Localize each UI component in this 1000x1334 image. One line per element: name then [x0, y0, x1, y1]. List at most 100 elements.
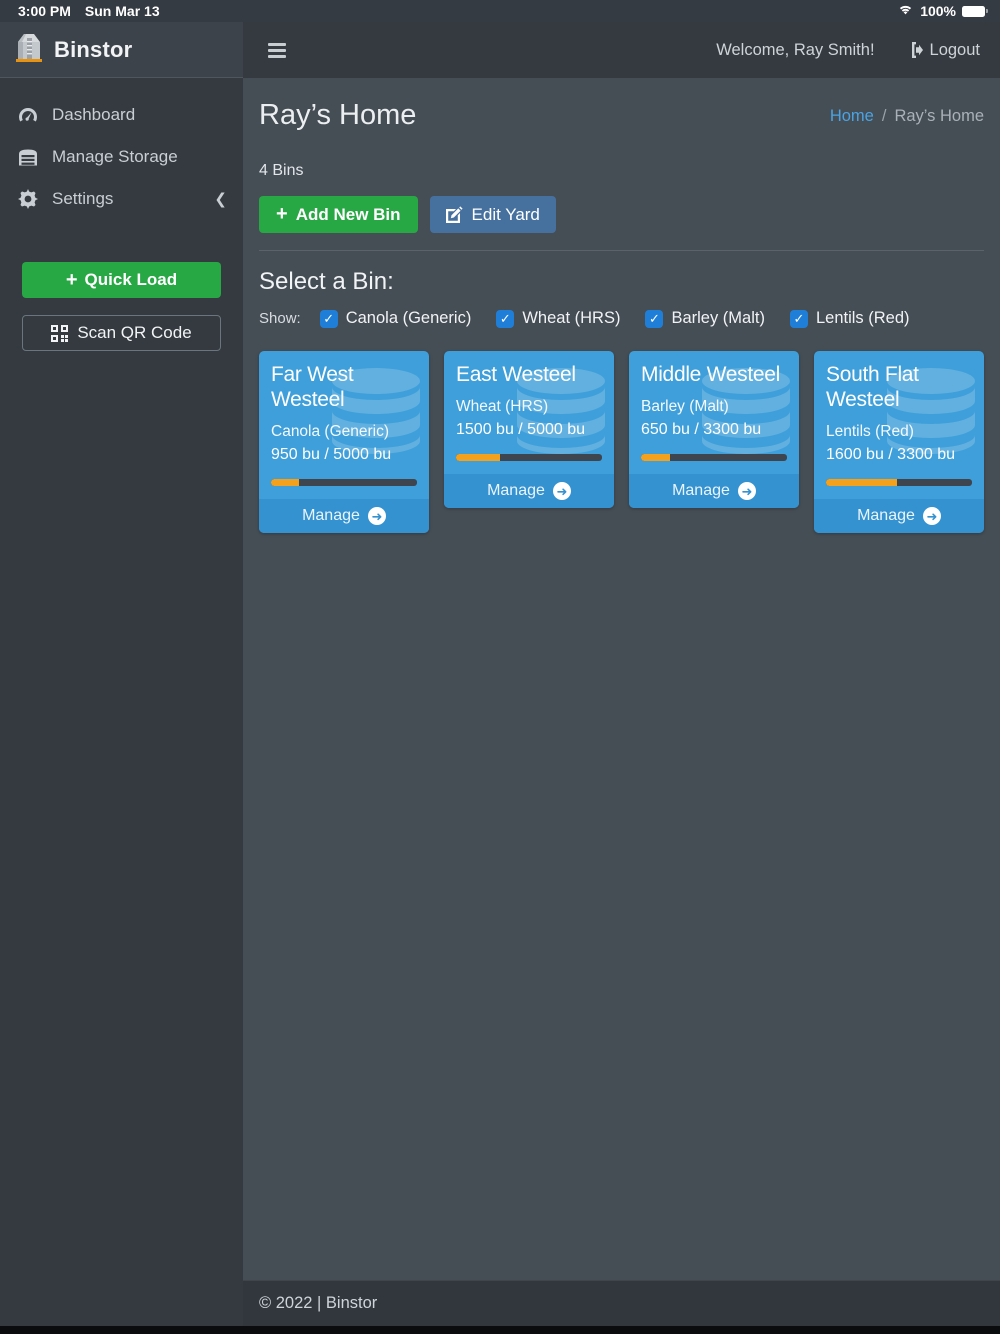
page-title: Ray’s Home	[259, 99, 417, 131]
quick-load-button[interactable]: + Quick Load	[22, 262, 221, 298]
bin-card: East Westeel Wheat (HRS) 1500 bu / 5000 …	[444, 351, 614, 509]
bin-progress-fill	[641, 454, 670, 462]
sidebar-item-manage-storage[interactable]: Manage Storage	[0, 136, 243, 178]
bin-fill-progressbar	[271, 479, 417, 487]
bin-quantity: 1500 bu / 5000 bu	[456, 421, 586, 439]
edit-pencil-icon	[445, 206, 463, 223]
commodity-filter[interactable]: ✓ Wheat (HRS)	[496, 309, 620, 328]
manage-bin-button[interactable]: Manage ➜	[629, 474, 799, 509]
sidebar-nav: Dashboard Manage Storage Settings ❮	[0, 94, 243, 220]
sidebar-item-dashboard[interactable]: Dashboard	[0, 94, 243, 136]
bin-card-grid: Far West Westeel Canola (Generic) 950 bu…	[259, 351, 984, 534]
binstor-logo-icon	[14, 30, 44, 69]
breadcrumb: Home / Ray’s Home	[830, 107, 984, 126]
brand-link[interactable]: Binstor	[0, 22, 243, 78]
arrow-circle-right-icon: ➜	[552, 482, 571, 501]
sidebar: Binstor Dashboard Manage Storage Setting…	[0, 22, 243, 1326]
sidebar-item-settings[interactable]: Settings ❮	[0, 178, 243, 220]
checkbox-checked-icon[interactable]: ✓	[496, 309, 515, 328]
bin-quantity: 650 bu / 3300 bu	[641, 421, 762, 439]
chevron-left-icon: ❮	[214, 191, 227, 208]
status-date: Sun Mar 13	[84, 3, 160, 19]
logout-label: Logout	[929, 40, 980, 59]
home-indicator-area	[0, 1326, 1000, 1334]
speedometer-icon	[16, 106, 40, 125]
bin-card: South Flat Westeel Lentils (Red) 1600 bu…	[814, 351, 984, 534]
bin-progress-fill	[826, 479, 897, 487]
filter-label[interactable]: Barley (Malt)	[671, 309, 765, 328]
bin-name: East Westeel	[456, 363, 576, 386]
page-footer: © 2022 | Binstor	[243, 1280, 1000, 1326]
edit-yard-label: Edit Yard	[471, 204, 540, 224]
bin-progress-fill	[456, 454, 500, 462]
manage-label: Manage	[487, 482, 545, 500]
qr-code-icon	[51, 324, 69, 342]
show-label: Show:	[259, 310, 301, 327]
ios-status-bar: 3:00 PM Sun Mar 13 100%	[0, 0, 1000, 22]
bin-fill-progressbar	[641, 454, 787, 462]
main-content: Ray’s Home Home / Ray’s Home 4 Bins + Ad…	[243, 78, 1000, 1280]
status-time: 3:00 PM	[18, 3, 71, 19]
checkbox-checked-icon[interactable]: ✓	[789, 309, 808, 328]
bin-count-text: 4 Bins	[259, 162, 304, 179]
manage-bin-button[interactable]: Manage ➜	[444, 474, 614, 509]
logout-button[interactable]: Logout	[905, 41, 980, 60]
bin-quantity: 1600 bu / 3300 bu	[826, 446, 956, 464]
wifi-icon	[897, 3, 914, 19]
breadcrumb-separator: /	[881, 107, 887, 125]
add-new-bin-label: Add New Bin	[295, 204, 401, 224]
bin-name: South Flat Westeel	[826, 363, 919, 412]
gear-icon	[16, 189, 40, 209]
sidebar-item-label: Dashboard	[52, 105, 136, 124]
bin-quantity: 950 bu / 5000 bu	[271, 446, 392, 464]
bin-commodity: Wheat (HRS)	[456, 398, 549, 416]
filter-label[interactable]: Wheat (HRS)	[522, 309, 620, 328]
bin-progress-fill	[271, 479, 299, 487]
bin-name: Middle Westeel	[641, 363, 780, 386]
welcome-text: Welcome, Ray Smith!	[716, 40, 875, 59]
top-header: Welcome, Ray Smith! Logout	[243, 22, 1000, 78]
commodity-filter[interactable]: ✓ Canola (Generic)	[319, 309, 472, 328]
bin-card: Middle Westeel Barley (Malt) 650 bu / 33…	[629, 351, 799, 509]
edit-yard-button[interactable]: Edit Yard	[429, 196, 556, 233]
filter-row: Show: ✓ Canola (Generic) ✓ Wheat (HRS) ✓…	[259, 309, 984, 328]
plus-icon: +	[65, 268, 78, 291]
bin-commodity: Lentils (Red)	[826, 423, 914, 441]
copyright-text: © 2022 | Binstor	[259, 1294, 378, 1312]
arrow-circle-right-icon: ➜	[737, 482, 756, 501]
bin-name: Far West Westeel	[271, 363, 354, 412]
logout-icon	[905, 42, 923, 58]
section-divider	[259, 250, 984, 251]
bin-commodity: Barley (Malt)	[641, 398, 729, 416]
sidebar-item-label: Manage Storage	[52, 147, 178, 166]
bin-fill-progressbar	[456, 454, 602, 462]
quick-load-label: Quick Load	[84, 270, 178, 289]
filter-label[interactable]: Canola (Generic)	[346, 309, 472, 328]
checkbox-checked-icon[interactable]: ✓	[645, 309, 664, 328]
commodity-filter[interactable]: ✓ Barley (Malt)	[645, 309, 765, 328]
plus-icon: +	[276, 203, 288, 225]
manage-label: Manage	[672, 482, 730, 500]
manage-label: Manage	[302, 507, 360, 525]
manage-bin-button[interactable]: Manage ➜	[814, 499, 984, 534]
checkbox-checked-icon[interactable]: ✓	[319, 309, 338, 328]
battery-percent: 100%	[920, 3, 956, 19]
sidebar-item-label: Settings	[52, 189, 114, 208]
bin-card: Far West Westeel Canola (Generic) 950 bu…	[259, 351, 429, 534]
breadcrumb-home-link[interactable]: Home	[830, 107, 874, 126]
arrow-circle-right-icon: ➜	[367, 507, 386, 526]
bin-commodity: Canola (Generic)	[271, 423, 390, 441]
scan-qr-label: Scan QR Code	[77, 323, 192, 342]
bin-fill-progressbar	[826, 479, 972, 487]
scan-qr-button[interactable]: Scan QR Code	[22, 315, 221, 351]
hamburger-menu-icon[interactable]	[266, 39, 288, 62]
manage-bin-button[interactable]: Manage ➜	[259, 499, 429, 534]
battery-icon	[962, 5, 988, 17]
manage-label: Manage	[857, 507, 915, 525]
select-bin-heading: Select a Bin:	[259, 268, 394, 295]
commodity-filter[interactable]: ✓ Lentils (Red)	[789, 309, 910, 328]
breadcrumb-current: Ray’s Home	[894, 107, 984, 125]
arrow-circle-right-icon: ➜	[922, 507, 941, 526]
add-new-bin-button[interactable]: + Add New Bin	[259, 196, 418, 233]
filter-label[interactable]: Lentils (Red)	[816, 309, 910, 328]
